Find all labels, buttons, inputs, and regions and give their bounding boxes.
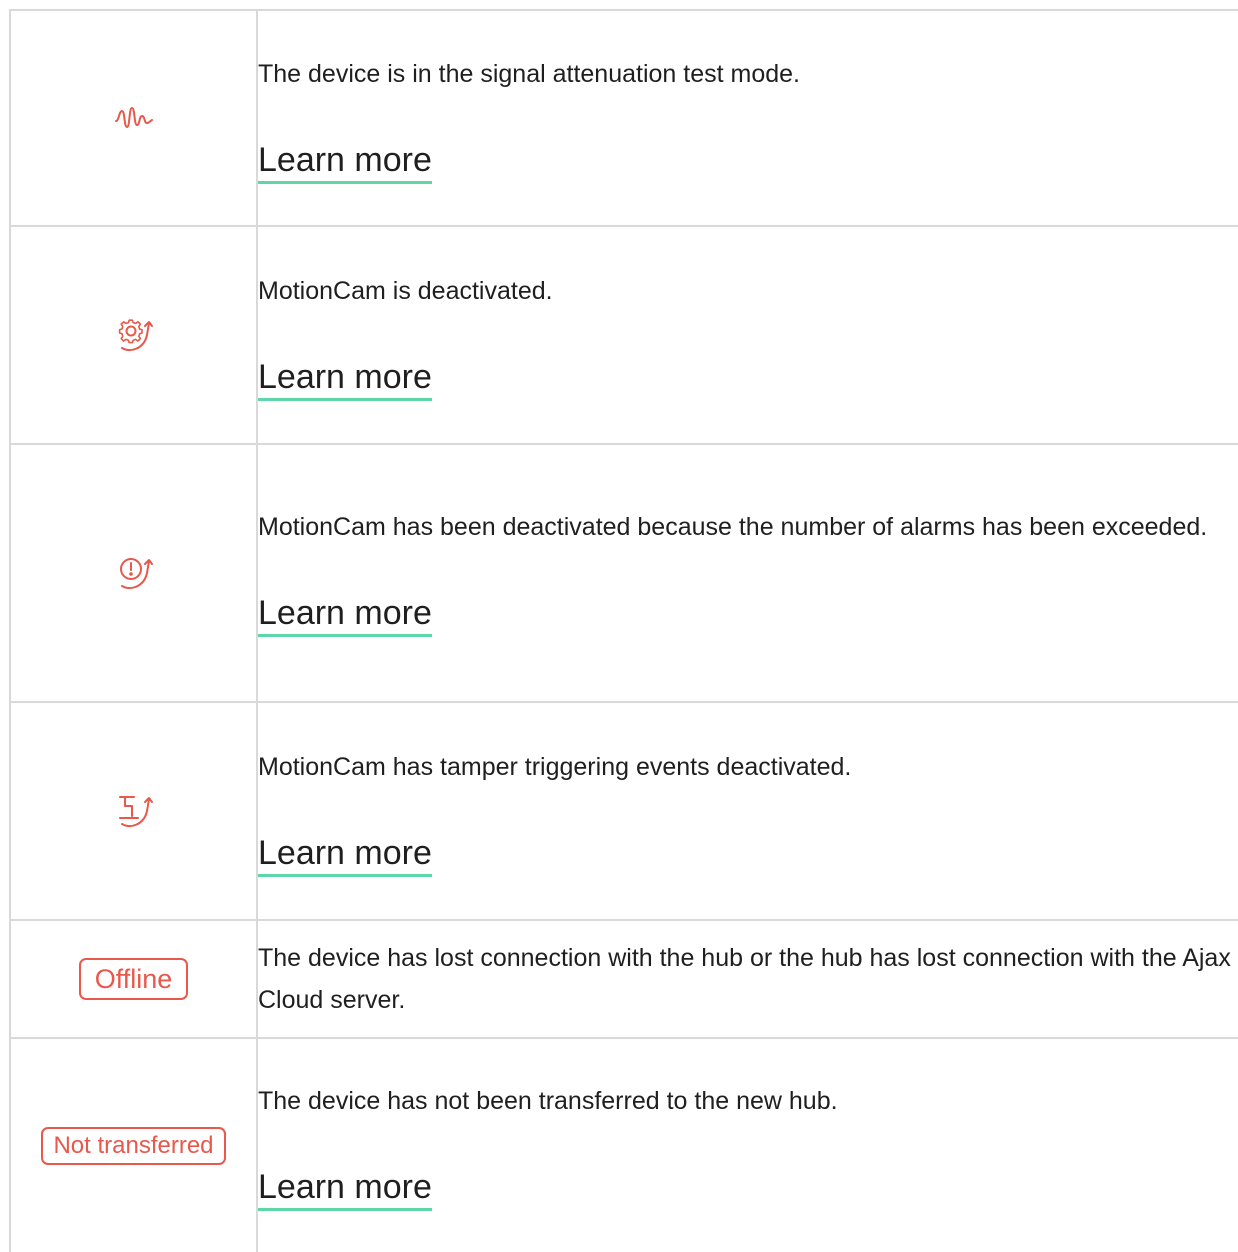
row-description: MotionCam has tamper triggering events d…: [258, 752, 852, 781]
gear-arrow-icon: [11, 315, 256, 355]
description-cell: The device has not been transferred to t…: [256, 1037, 1238, 1252]
device-states-table: The device is in the signal attenuation …: [9, 9, 1238, 1252]
icon-cell: Offline: [9, 919, 258, 1039]
learn-more-link[interactable]: Learn more: [258, 139, 432, 184]
signal-wave-icon: [11, 105, 256, 131]
table-row: MotionCam has tamper triggering events d…: [9, 701, 1238, 921]
row-description: The device is in the signal attenuation …: [258, 59, 800, 88]
tamper-arrow-icon: [11, 791, 256, 831]
row-description: The device has lost connection with the …: [258, 944, 1231, 1014]
table-row: Offline The device has lost connection w…: [9, 919, 1238, 1039]
icon-cell: [9, 9, 258, 227]
icon-cell: [9, 443, 258, 703]
description-cell: MotionCam has been deactivated because t…: [256, 443, 1238, 703]
learn-more-link[interactable]: Learn more: [258, 356, 432, 401]
table-row: The device is in the signal attenuation …: [9, 9, 1238, 227]
icon-cell: Not transferred: [9, 1037, 258, 1252]
description-cell: MotionCam has tamper triggering events d…: [256, 701, 1238, 921]
table-row: MotionCam is deactivated. Learn more: [9, 225, 1238, 445]
description-cell: MotionCam is deactivated. Learn more: [256, 225, 1238, 445]
row-description: The device has not been transferred to t…: [258, 1087, 838, 1115]
learn-more-link[interactable]: Learn more: [258, 832, 432, 877]
description-cell: The device has lost connection with the …: [256, 919, 1238, 1039]
table-row: Not transferred The device has not been …: [9, 1037, 1238, 1252]
learn-more-link[interactable]: Learn more: [258, 592, 432, 637]
row-description: MotionCam has been deactivated because t…: [258, 512, 1208, 541]
description-cell: The device is in the signal attenuation …: [256, 9, 1238, 227]
icon-cell: [9, 701, 258, 921]
icon-cell: [9, 225, 258, 445]
learn-more-link[interactable]: Learn more: [258, 1166, 432, 1211]
offline-badge: Offline: [78, 958, 189, 1000]
table-row: MotionCam has been deactivated because t…: [9, 443, 1238, 703]
not-transferred-badge: Not transferred: [41, 1126, 226, 1165]
alert-arrow-icon: [11, 553, 256, 593]
row-description: MotionCam is deactivated.: [258, 276, 553, 305]
